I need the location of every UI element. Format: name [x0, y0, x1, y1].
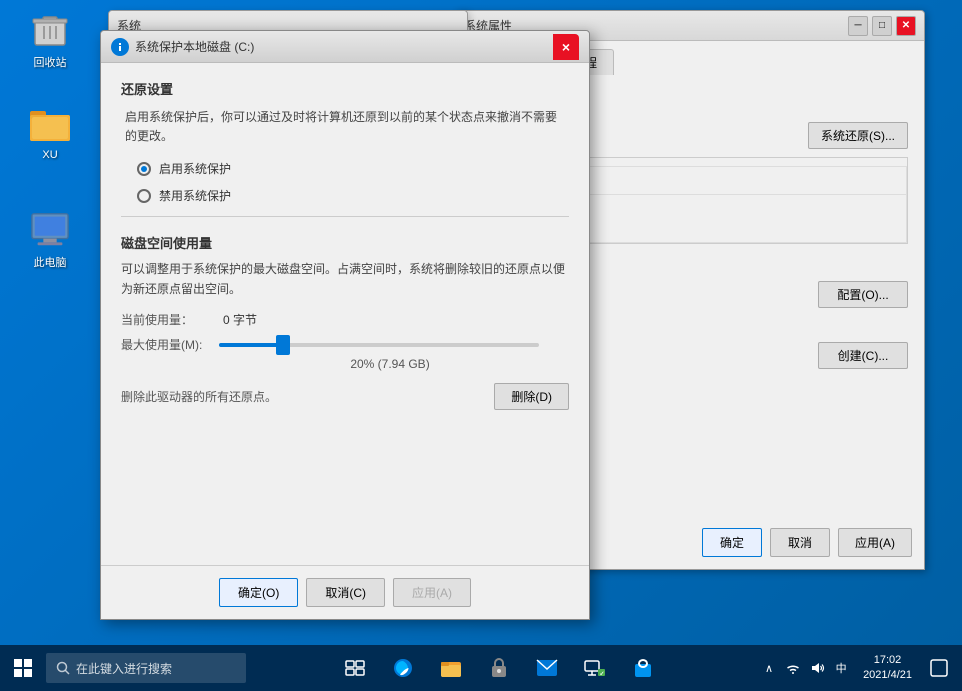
sys-tray: ∧ 中: [759, 658, 851, 678]
table-cell-status: 启用: [554, 195, 907, 242]
language-label: 中: [836, 660, 847, 676]
folder-xu-icon: [30, 105, 70, 145]
notification-button[interactable]: [924, 653, 954, 683]
radio-disable-label: 禁用系统保护: [159, 187, 231, 204]
cancel-button-sysprops[interactable]: 取消: [770, 528, 830, 557]
windows-icon-tl: [14, 659, 22, 667]
edge-icon: [392, 657, 414, 679]
windows-icon-bl: [14, 669, 22, 677]
network-button[interactable]: ✓: [575, 648, 615, 688]
radio-group: 启用系统保护 禁用系统保护: [137, 160, 569, 204]
delete-restore-row: 删除此驱动器的所有还原点。 删除(D): [121, 383, 569, 410]
config-button[interactable]: 配置(O)...: [818, 281, 908, 308]
taskbar-center: ✓: [246, 648, 751, 688]
notification-icon: [930, 659, 948, 677]
system-restore-button[interactable]: 系统还原(S)...: [808, 122, 908, 149]
slider-container: [219, 343, 539, 347]
radio-disable[interactable]: 禁用系统保护: [137, 187, 569, 204]
mail-button[interactable]: [527, 648, 567, 688]
windows-icon-br: [24, 669, 32, 677]
sys-props-bottom-buttons: 确定 取消 应用(A): [702, 528, 912, 557]
windows-icon: [14, 659, 32, 677]
store-button[interactable]: [623, 648, 663, 688]
radio-disable-circle: [137, 189, 151, 203]
slider-thumb[interactable]: [276, 335, 290, 355]
disk-usage-title: 磁盘空间使用量: [121, 233, 569, 252]
main-dialog-close[interactable]: ×: [553, 34, 579, 60]
divider-1: [121, 216, 569, 217]
tray-network-icon[interactable]: [783, 658, 803, 678]
slider-track[interactable]: [219, 343, 539, 347]
clock[interactable]: 17:02 2021/4/21: [855, 653, 920, 684]
dialog-footer: 确定(O) 取消(C) 应用(A): [101, 565, 589, 619]
section1-header: 还原设置: [121, 79, 569, 98]
delete-button[interactable]: 删除(D): [494, 383, 569, 410]
section1-desc: 启用系统保护后，你可以通过及时将计算机还原到以前的某个状态点来撤消不需要的更改。: [121, 108, 569, 146]
dialog-cancel-button[interactable]: 取消(C): [306, 578, 385, 607]
desktop-icon-recycle-bin[interactable]: 回收站: [14, 10, 86, 70]
desktop: 回收站 XU 此电脑 系统属性: [0, 0, 962, 645]
file-explorer-icon: [440, 657, 462, 679]
maximize-button[interactable]: □: [872, 16, 892, 36]
current-usage-value: 0 字节: [223, 311, 257, 328]
task-view-button[interactable]: [335, 648, 375, 688]
radio-enable-label: 启用系统保护: [159, 160, 231, 177]
desktop-icon-this-pc[interactable]: 此电脑: [14, 210, 86, 270]
windows-icon-tr: [24, 659, 32, 667]
create-button[interactable]: 创建(C)...: [818, 342, 908, 369]
delete-label: 删除此驱动器的所有还原点。: [121, 388, 277, 405]
disk-usage-desc: 可以调整用于系统保护的最大磁盘空间。占满空间时，系统将删除较旧的还原点以便为新还…: [121, 260, 569, 298]
max-usage-label: 最大使用量(M):: [121, 336, 211, 353]
tray-volume-icon[interactable]: [807, 658, 827, 678]
ok-button-sysprops[interactable]: 确定: [702, 528, 762, 557]
sys-props-controls: ─ □ ✕: [848, 16, 916, 36]
pct-display: 20% (7.94 GB): [121, 357, 569, 371]
dialog-icon: [111, 38, 129, 56]
dialog-apply-button[interactable]: 应用(A): [393, 578, 471, 607]
recycle-bin-label: 回收站: [34, 54, 67, 70]
radio-enable-circle: [137, 162, 151, 176]
security-icon: [489, 657, 509, 679]
start-button[interactable]: [0, 645, 46, 691]
slider-fill: [219, 343, 283, 347]
main-dialog: 系统保护本地磁盘 (C:) × 还原设置 启用系统保护后，你可以通过及时将计算机…: [100, 30, 590, 620]
recycle-bin-icon: [30, 10, 70, 50]
network-icon: ✓: [584, 657, 606, 679]
radio-enable[interactable]: 启用系统保护: [137, 160, 569, 177]
clock-time: 17:02: [863, 653, 912, 668]
clock-date: 2021/4/21: [863, 668, 912, 683]
folder-xu-label: XU: [42, 149, 57, 161]
dialog-title-left: 系统保护本地磁盘 (C:): [111, 38, 254, 56]
dialog-ok-button[interactable]: 确定(O): [219, 578, 298, 607]
svg-text:✓: ✓: [599, 672, 604, 678]
store-icon: [632, 657, 654, 679]
file-explorer-button[interactable]: [431, 648, 471, 688]
computer-label: 此电脑: [34, 254, 67, 270]
search-icon: [56, 661, 70, 675]
close-button[interactable]: ✕: [896, 16, 916, 36]
disk-usage-section: 磁盘空间使用量 可以调整用于系统保护的最大磁盘空间。占满空间时，系统将删除较旧的…: [121, 233, 569, 409]
dialog-body: 还原设置 启用系统保护后，你可以通过及时将计算机还原到以前的某个状态点来撤消不需…: [101, 63, 589, 426]
main-dialog-title-bar: 系统保护本地磁盘 (C:) ×: [101, 31, 589, 63]
computer-icon: [30, 210, 70, 250]
mail-icon: [536, 659, 558, 677]
main-dialog-title: 系统保护本地磁盘 (C:): [135, 38, 254, 55]
current-usage-row: 当前使用量： 0 字节: [121, 311, 569, 328]
security-button[interactable]: [479, 648, 519, 688]
current-usage-label: 当前使用量：: [121, 311, 211, 328]
minimize-button[interactable]: ─: [848, 16, 868, 36]
desktop-icon-xu[interactable]: XU: [14, 105, 86, 161]
taskbar: 在此键入进行搜索: [0, 645, 962, 691]
apply-button-sysprops[interactable]: 应用(A): [838, 528, 912, 557]
edge-browser-button[interactable]: [383, 648, 423, 688]
tray-expand-button[interactable]: ∧: [759, 658, 779, 678]
tray-language-icon[interactable]: 中: [831, 658, 851, 678]
search-bar[interactable]: 在此键入进行搜索: [46, 653, 246, 683]
table-header-enable: 启用: [554, 167, 907, 195]
taskbar-right: ∧ 中 1: [751, 653, 962, 684]
search-placeholder: 在此键入进行搜索: [76, 660, 172, 677]
max-usage-row: 最大使用量(M):: [121, 336, 569, 353]
task-view-icon: [345, 660, 365, 676]
